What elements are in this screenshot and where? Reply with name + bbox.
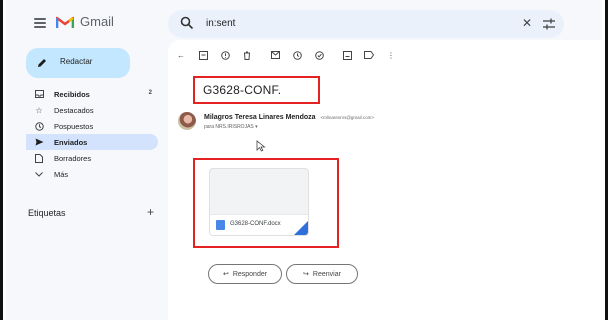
sidebar-item-label: Pospuestos xyxy=(54,121,94,131)
sidebar-item-label: Destacados xyxy=(54,105,94,115)
delete-icon[interactable] xyxy=(242,50,252,60)
reply-icon: ↩ xyxy=(222,271,229,278)
gmail-logo-text: Gmail xyxy=(80,14,114,29)
label-icon[interactable] xyxy=(364,50,374,60)
attachment-highlight: G3628-CONF.docx xyxy=(193,158,339,248)
search-options-icon[interactable] xyxy=(542,17,556,31)
clock-icon xyxy=(34,121,44,131)
search-icon[interactable] xyxy=(180,16,194,30)
search-input[interactable]: in:sent xyxy=(206,18,235,29)
gmail-m-icon xyxy=(56,16,74,28)
move-to-icon[interactable] xyxy=(342,50,352,60)
sidebar-item-snoozed[interactable]: Pospuestos xyxy=(26,118,158,134)
inbox-icon xyxy=(34,89,44,99)
more-options-icon[interactable]: ⋮ xyxy=(386,50,396,60)
sender-email: <mlinaresnrs@gmail.com> xyxy=(320,115,375,120)
report-spam-icon[interactable] xyxy=(220,50,230,60)
mouse-cursor-icon xyxy=(256,140,266,152)
search-bar[interactable]: in:sent ✕ xyxy=(168,10,564,38)
message-view: ← ⋮ G3628-CONF. Milagros Teresa Linares … xyxy=(168,40,602,320)
sidebar-item-label: Más xyxy=(54,169,69,179)
forward-icon: ↪ xyxy=(303,271,309,278)
attachment-corner-icon xyxy=(294,221,308,235)
recipient-details[interactable]: para NRS.IRISROJAS ▾ xyxy=(204,124,258,130)
compose-button[interactable]: Redactar xyxy=(26,48,130,78)
sender-name: Milagros Teresa Linares Mendoza xyxy=(204,114,316,121)
reply-label: Responder xyxy=(232,270,268,278)
sender-line: Milagros Teresa Linares Mendoza <mlinare… xyxy=(204,114,374,121)
sidebar-item-drafts[interactable]: Borradores xyxy=(26,150,158,166)
back-arrow-icon[interactable]: ← xyxy=(176,50,186,60)
attachment-filename: G3628-CONF.docx xyxy=(230,221,281,227)
forward-button[interactable]: ↪ Reenviar xyxy=(286,264,358,284)
snooze-icon[interactable] xyxy=(292,50,302,60)
email-subject: G3628-CONF. xyxy=(203,83,282,97)
star-icon: ☆ xyxy=(35,105,43,115)
sidebar-item-starred[interactable]: ☆ Destacados xyxy=(26,102,158,118)
main-menu-icon[interactable] xyxy=(34,18,46,28)
word-document-icon xyxy=(216,220,225,230)
subject-highlight: G3628-CONF. xyxy=(193,76,320,104)
sidebar-item-label: Recibidos xyxy=(54,89,90,99)
left-frame-border xyxy=(0,0,3,320)
archive-icon[interactable] xyxy=(198,50,208,60)
labels-heading: Etiquetas xyxy=(28,208,66,218)
forward-label: Reenviar xyxy=(312,270,341,278)
mark-unread-icon[interactable] xyxy=(270,50,280,60)
sidebar-item-sent[interactable]: Enviados xyxy=(26,134,158,150)
gmail-window: Gmail in:sent ✕ Redactar Recibidos 2 ☆ D… xyxy=(6,0,602,320)
compose-label: Redactar xyxy=(60,57,93,66)
chevron-down-icon xyxy=(34,169,44,179)
pencil-icon xyxy=(38,59,46,67)
add-task-icon[interactable] xyxy=(314,50,324,60)
sidebar-item-label: Enviados xyxy=(54,137,88,147)
sidebar-nav: Recibidos 2 ☆ Destacados Pospuestos Envi… xyxy=(26,86,158,182)
add-label-button[interactable]: + xyxy=(147,205,154,219)
message-toolbar: ← ⋮ xyxy=(176,48,408,62)
sender-avatar[interactable] xyxy=(178,112,196,130)
draft-icon xyxy=(34,153,44,163)
sidebar-item-inbox[interactable]: Recibidos 2 xyxy=(26,86,158,102)
reply-button[interactable]: ↩ Responder xyxy=(208,264,282,284)
sidebar-item-label: Borradores xyxy=(54,153,92,163)
send-icon xyxy=(34,137,44,147)
inbox-count: 2 xyxy=(148,90,152,96)
attachment-card[interactable]: G3628-CONF.docx xyxy=(209,168,309,236)
sidebar-item-more[interactable]: Más xyxy=(26,166,158,182)
gmail-logo[interactable]: Gmail xyxy=(56,14,114,29)
clear-search-icon[interactable]: ✕ xyxy=(522,16,532,30)
